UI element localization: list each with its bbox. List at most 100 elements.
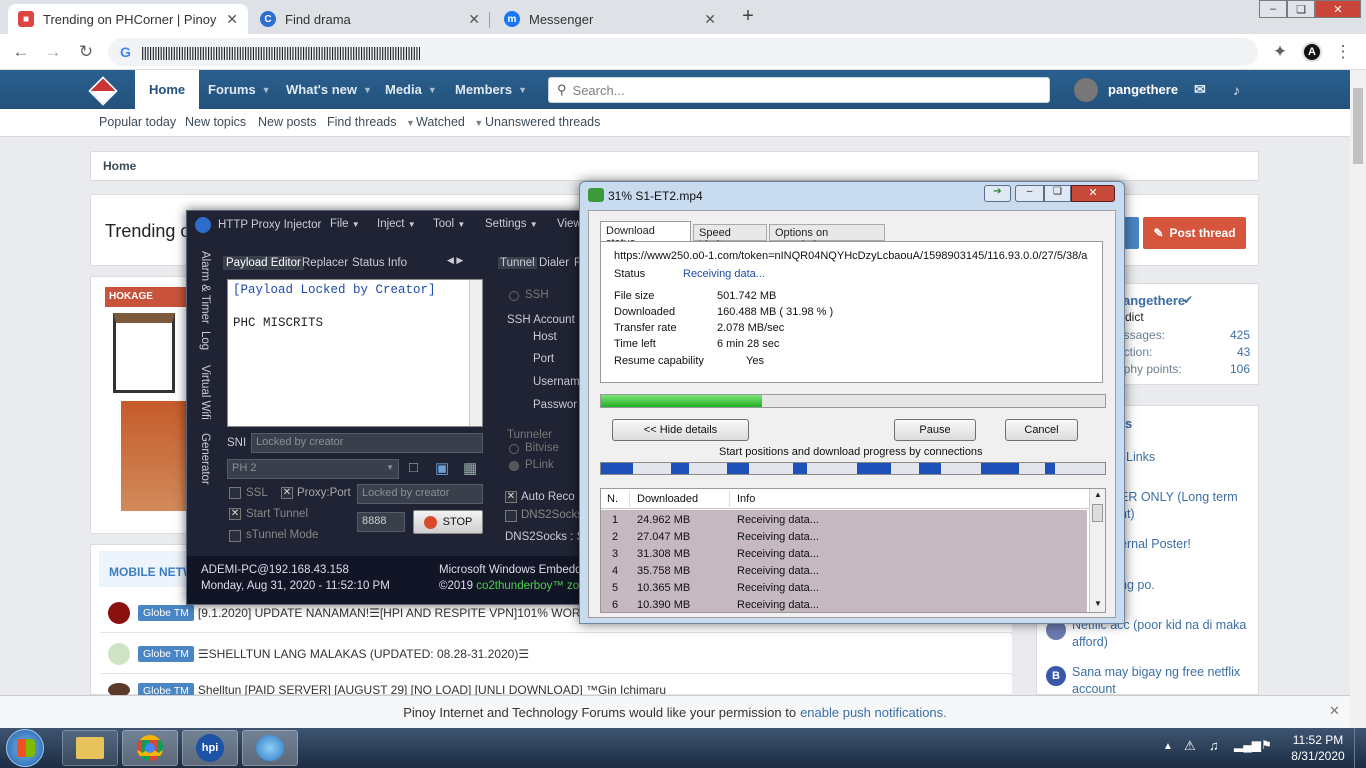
tab-replacer[interactable]: Replacer [302,257,348,269]
cancel-button[interactable]: Cancel [1005,419,1078,441]
clock-date[interactable]: 8/31/2020 [1288,749,1348,763]
menu-tool[interactable]: Tool ▼ [433,218,465,230]
taskbar-explorer[interactable] [62,730,118,766]
workbench-ad-image-2[interactable] [121,401,189,511]
page-scrollbar[interactable] [1350,70,1366,728]
ssl-checkbox[interactable] [229,487,241,499]
tab-options-on-completion[interactable]: Options on completion [769,224,885,251]
address-bar[interactable]: G ||||||||||||||||||||||||||||||||||||||… [108,38,1258,66]
maximize-button[interactable]: ❏ [1044,185,1071,202]
back-arrow-icon[interactable]: ← [10,41,32,63]
table-row[interactable]: Globe TM Shelltun [PAID SERVER] [AUGUST … [100,675,1012,699]
proxy-input[interactable]: Locked by creator [357,484,483,504]
phcorner-logo-icon[interactable] [88,76,118,106]
table-row[interactable]: 6 10.390 MB Receiving data... [601,597,1087,612]
stat-value[interactable]: 106 [1230,362,1250,376]
hide-details-button[interactable]: << Hide details [612,419,749,441]
stop-button[interactable]: STOP [413,510,483,534]
list-item[interactable]: Links [1126,450,1155,464]
prefix-tag[interactable]: Globe TM [138,604,194,621]
subnav-find-threads[interactable]: Find threads ▼ [327,115,415,129]
show-hidden-icons-icon[interactable]: ▲ [1163,741,1173,752]
close-icon[interactable]: ✕ [1329,703,1340,719]
column-header[interactable]: Downloaded [637,493,698,505]
side-tab-log[interactable]: Log [199,331,211,350]
menu-settings[interactable]: Settings ▼ [485,218,538,230]
auto-reco-checkbox[interactable]: ✕ [505,491,517,503]
scroll-up-icon[interactable]: ▲ [1094,490,1102,499]
user-menu[interactable]: pangethere [1108,70,1178,109]
nav-whats-new[interactable]: What's new ▼ [286,70,372,109]
menu-inject[interactable]: Inject ▼ [377,218,416,230]
start-tunnel-checkbox[interactable]: ✕ [229,508,241,520]
subnav-unanswered-threads[interactable]: Unanswered threads [485,115,600,129]
tab-messenger[interactable]: m Messenger ✕ [494,4,726,34]
dns2socks-checkbox[interactable] [505,510,517,522]
close-icon[interactable]: ✕ [704,11,716,28]
nav-members[interactable]: Members ▼ [455,70,527,109]
tab-speed-limiter[interactable]: Speed Limiter [693,224,767,251]
scrollbar-thumb[interactable] [1092,504,1103,522]
column-header[interactable]: Info [737,493,755,505]
close-icon[interactable]: ✕ [468,11,480,28]
table-row[interactable]: 4 35.758 MB Receiving data... [601,563,1087,580]
enable-notifications-link[interactable]: enable push notifications. [800,705,947,720]
post-thread-button[interactable]: ✎ Post thread [1143,217,1246,249]
search-input[interactable]: ⚲ Search... [548,77,1050,103]
tab-status-info[interactable]: Status Info [352,257,407,269]
table-row[interactable]: 3 31.308 MB Receiving data... [601,546,1087,563]
plink-radio[interactable] [509,461,519,471]
new-tab-button[interactable]: + [736,5,760,29]
column-header[interactable]: N. [607,493,618,505]
side-tab-alarm-timer[interactable]: Alarm & Timer [199,251,211,324]
tab-trending[interactable]: ■ Trending on PHCorner | Pinoy Int ✕ [8,4,248,34]
flag-icon[interactable]: ⚑ [1261,738,1272,752]
list-item[interactable]: Sana may bigay ng free netflix [1072,665,1240,679]
taskbar-chrome[interactable] [122,730,178,766]
volume-icon[interactable]: ♫ [1209,738,1219,753]
maximize-button[interactable]: ❏ [1287,0,1315,18]
minimize-to-tray-button[interactable]: ➔ [984,185,1011,202]
table-row[interactable]: Globe TM ☰SHELLTUN LANG MALAKAS (UPDATED… [100,634,1012,674]
tab-scroll-arrows-icon[interactable]: ◀ ▶ [447,255,463,266]
scrollbar-thumb[interactable] [1353,88,1363,164]
pause-button[interactable]: Pause [894,419,976,441]
profile-name[interactable]: angethere [1123,293,1185,308]
table-row[interactable]: 2 27.047 MB Receiving data... [601,529,1087,546]
table-row[interactable]: 1 24.962 MB Receiving data... [601,512,1087,529]
forward-arrow-icon[interactable]: → [42,41,64,63]
proxy-port-checkbox[interactable]: ✕ [281,487,293,499]
subnav-new-topics[interactable]: New topics [185,115,246,129]
hokage-ad-logo[interactable]: HOKAGE [105,287,187,307]
taskbar-hpi[interactable]: hpi [182,730,238,766]
list-item[interactable]: ng po. [1120,578,1155,592]
scroll-down-icon[interactable]: ▼ [1094,599,1102,608]
subnav-watched[interactable]: Watched ▼ [416,115,483,129]
tab-download-status[interactable]: Download status [600,221,691,249]
close-icon[interactable]: ✕ [226,11,238,28]
list-item[interactable]: account [1072,682,1116,696]
network-warning-icon[interactable]: ⚠ [1184,738,1196,754]
reload-icon[interactable]: ↻ [75,41,97,63]
workbench-ad-image[interactable] [113,313,175,393]
minimize-button[interactable]: – [1259,0,1287,18]
nav-forums[interactable]: Forums ▼ [208,70,271,109]
nav-home[interactable]: Home [135,70,200,109]
menu-file[interactable]: File ▼ [330,218,360,230]
editor-scrollbar[interactable] [469,280,482,426]
tab-find-drama[interactable]: C Find drama ✕ [250,4,490,34]
taskbar-idm[interactable] [242,730,298,766]
side-tab-virtual-wifi[interactable]: Virtual Wifi [199,365,211,420]
stat-value[interactable]: 425 [1230,328,1250,342]
tab-tunnel[interactable]: Tunnel [498,257,537,269]
menu-view[interactable]: View [557,218,582,230]
stat-value[interactable]: 43 [1237,345,1250,359]
delete-icon[interactable]: ▦ [463,459,477,477]
table-scrollbar[interactable]: ▲ ▼ [1089,489,1105,612]
list-item[interactable]: ernal Poster! [1120,537,1191,551]
thread-title[interactable]: ☰SHELLTUN LANG MALAKAS (UPDATED: 08.28-3… [198,647,529,661]
clock-time[interactable]: 11:52 PM [1290,733,1346,747]
stunnel-checkbox[interactable] [229,530,241,542]
prefix-tag[interactable]: Globe TM [138,645,194,662]
list-item[interactable]: afford) [1072,635,1108,649]
